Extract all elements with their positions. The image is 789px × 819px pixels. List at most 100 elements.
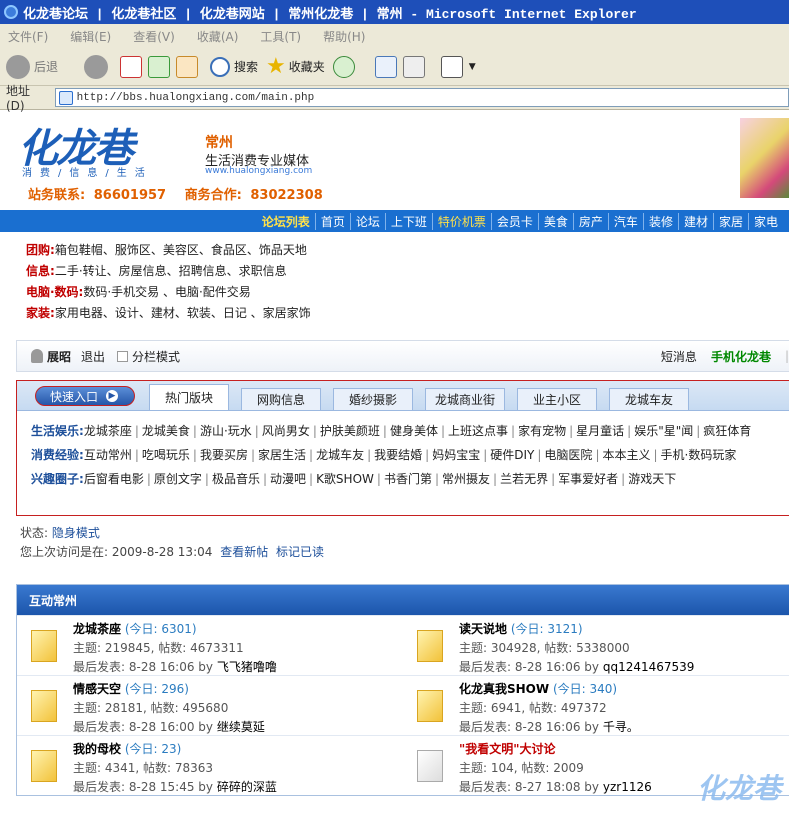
home-icon[interactable] [176,55,199,78]
menu-view[interactable]: 查看(V) [133,28,175,45]
board-name[interactable]: 龙城茶座 [73,622,121,636]
quick-entry-button[interactable]: 快速入口 ▶ [35,386,135,406]
board-stats: 主题: 28181, 帖数: 495680 [73,701,229,715]
nav-food[interactable]: 美食 [537,212,573,230]
quick-link[interactable]: K歌SHOW [316,472,374,486]
nav-auto[interactable]: 汽车 [607,212,643,230]
quick-link[interactable]: 互动常州 [84,448,132,462]
quick-link[interactable]: 我要买房 [200,448,248,462]
quick-link[interactable]: 军事爱好者 [558,472,618,486]
quick-link[interactable]: 健身美体 [390,424,438,438]
quick-link[interactable]: 娱乐"星"闻 [634,424,693,438]
nav-materials[interactable]: 建材 [677,212,713,230]
tab-wedding[interactable]: 婚纱摄影 [333,388,413,410]
quick-link[interactable]: 兰若无界 [500,472,548,486]
category-items[interactable]: 家用电器、设计、建材、软装、日记 、家居家饰 [55,306,311,320]
board-name[interactable]: 我的母校 [73,742,121,756]
last-post-author[interactable]: 千寻。 [603,720,639,734]
username[interactable]: 展昭 [47,348,71,365]
quick-link[interactable]: 星月童话 [576,424,624,438]
split-mode-checkbox[interactable] [117,350,129,362]
last-post-author[interactable]: 碎碎的深蓝 [217,780,277,794]
favorites-button[interactable]: ★ 收藏夹 [266,54,325,79]
quick-link[interactable]: 家居生活 [258,448,306,462]
print-icon[interactable] [402,55,425,78]
split-mode-label[interactable]: 分栏模式 [132,348,180,365]
board-name[interactable]: 情感天空 [73,682,121,696]
quick-link[interactable]: 护肤美颜班 [320,424,380,438]
stop-icon[interactable] [120,55,143,78]
mobile-link[interactable]: 手机化龙巷 [711,348,771,365]
mail-icon[interactable] [374,55,397,78]
quick-link[interactable]: 手机·数码玩家 [661,448,737,462]
quick-link[interactable]: 书香门第 [384,472,432,486]
nav-home[interactable]: 首页 [314,212,350,230]
quick-link[interactable]: 动漫吧 [270,472,306,486]
tab-car-club[interactable]: 龙城车友 [609,388,689,410]
quick-link[interactable]: 风尚男女 [262,424,310,438]
quick-link[interactable]: 我要结婚 [374,448,422,462]
last-post-author[interactable]: qq1241467539 [603,660,695,674]
forward-button[interactable] [84,54,112,79]
nav-forum[interactable]: 论坛 [349,212,385,230]
board-name[interactable]: "我看文明"大讨论 [459,742,556,756]
mark-read-link[interactable]: 标记已读 [276,545,324,559]
last-post-author[interactable]: 继续莫延 [217,720,265,734]
logout-link[interactable]: 退出 [81,348,105,365]
nav-decoration[interactable]: 装修 [642,212,678,230]
quick-link[interactable]: 龙城车友 [316,448,364,462]
quick-link[interactable]: 家有宠物 [518,424,566,438]
board-name[interactable]: 读天说地 [459,622,507,636]
tab-residents[interactable]: 业主小区 [517,388,597,410]
quick-link[interactable]: 龙城美食 [142,424,190,438]
quick-link[interactable]: 常州摄友 [442,472,490,486]
quick-link[interactable]: 电脑医院 [544,448,592,462]
last-post-author[interactable]: 飞飞猪噜噜 [217,660,277,674]
quick-link[interactable]: 极品音乐 [212,472,260,486]
menu-file[interactable]: 文件(F) [8,28,48,45]
last-post-author[interactable]: yzr1126 [603,780,652,794]
history-icon[interactable] [332,55,355,78]
menu-help[interactable]: 帮助(H) [323,28,365,45]
address-input[interactable]: http://bbs.hualongxiang.com/main.php [54,88,789,107]
menu-favorites[interactable]: 收藏(A) [197,28,239,45]
nav-flights[interactable]: 特价机票 [431,212,491,230]
quick-link[interactable]: 后窗看电影 [84,472,144,486]
refresh-icon[interactable] [148,55,171,78]
category-items[interactable]: 二手·转让、房屋信息、招聘信息、求职信息 [55,264,287,278]
nav-commute[interactable]: 上下班 [384,212,432,230]
nav-home-living[interactable]: 家居 [712,212,748,230]
quick-link[interactable]: 本本主义 [602,448,650,462]
category-items[interactable]: 数码·手机交易 、电脑·配件交易 [83,285,250,299]
nav-forum-list[interactable]: 论坛列表 [257,213,315,230]
tab-shopping[interactable]: 网购信息 [241,388,321,410]
new-posts-link[interactable]: 查看新帖 [220,545,268,559]
quick-link[interactable]: 原创文字 [154,472,202,486]
tab-commerce[interactable]: 龙城商业街 [425,388,505,410]
quick-link[interactable]: 妈妈宝宝 [432,448,480,462]
nav-member-card[interactable]: 会员卡 [490,212,538,230]
menu-edit[interactable]: 编辑(E) [70,28,111,45]
board-name[interactable]: 化龙真我SHOW [459,682,549,696]
nav-appliances[interactable]: 家电 [747,212,783,230]
dropdown-icon[interactable]: ▼ [469,62,476,72]
quick-link[interactable]: 龙城茶座 [84,424,132,438]
category-row: 电脑·数码:数码·手机交易 、电脑·配件交易 [26,285,251,299]
nav-realestate[interactable]: 房产 [572,212,608,230]
forum-section-title[interactable]: 互动常州 [17,585,789,615]
menu-tools[interactable]: 工具(T) [260,28,301,45]
quick-link[interactable]: 吃喝玩乐 [142,448,190,462]
search-button[interactable]: 搜索 [210,56,258,77]
back-button[interactable]: 后退 [6,54,58,79]
category-items[interactable]: 箱包鞋帽、服饰区、美容区、食品区、饰品天地 [55,243,307,257]
quick-link[interactable]: 游戏天下 [628,472,676,486]
quick-link[interactable]: 疯狂体育 [703,424,751,438]
quick-link[interactable]: 游山·玩水 [200,424,252,438]
tab-hot[interactable]: 热门版块 [149,384,229,410]
stealth-mode-link[interactable]: 隐身模式 [52,526,100,540]
quick-link[interactable]: 硬件DIY [490,448,534,462]
messages-link[interactable]: 短消息 [661,348,697,365]
ad-banner[interactable] [740,118,789,198]
edit-icon[interactable] [440,55,463,78]
quick-link[interactable]: 上班这点事 [448,424,508,438]
